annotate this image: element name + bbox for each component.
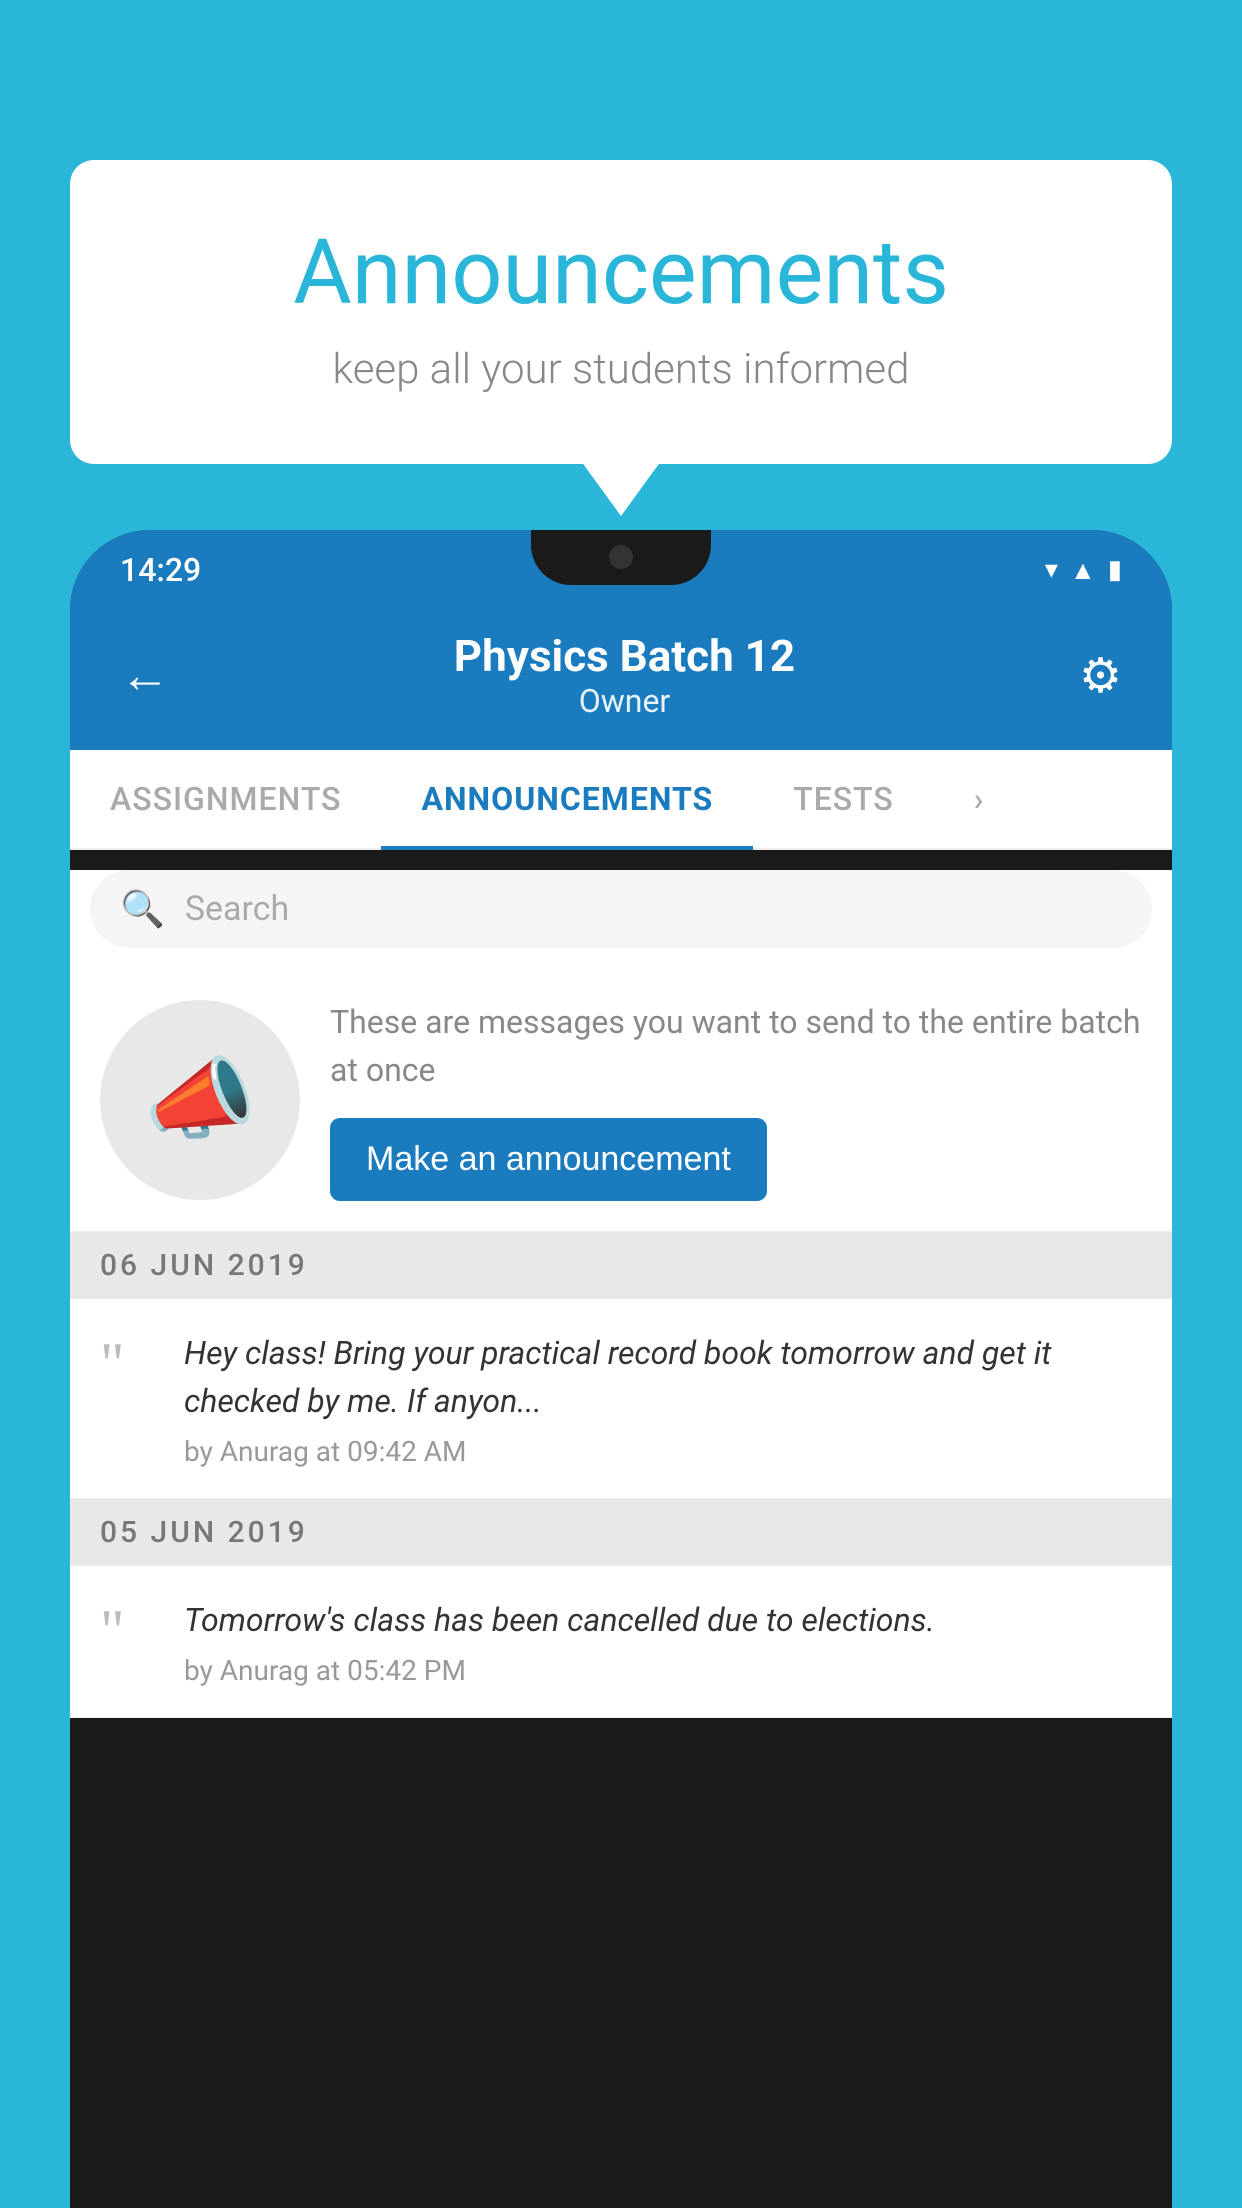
announcement-item-2: " Tomorrow's class has been cancelled du…	[70, 1566, 1172, 1718]
announcement-content-2: Tomorrow's class has been cancelled due …	[184, 1596, 1142, 1687]
announcement-content-1: Hey class! Bring your practical record b…	[184, 1329, 1142, 1468]
tab-assignments[interactable]: ASSIGNMENTS	[70, 750, 381, 848]
tabs-bar: ASSIGNMENTS ANNOUNCEMENTS TESTS ›	[70, 750, 1172, 850]
make-announcement-button[interactable]: Make an announcement	[330, 1118, 767, 1201]
speech-bubble: Announcements keep all your students inf…	[70, 160, 1172, 464]
status-time: 14:29	[120, 551, 201, 589]
signal-icon: ▲	[1070, 555, 1096, 586]
phone-frame: 14:29 ▾ ▲ ▮ ← Physics Batch 12 Owner ⚙ A…	[70, 530, 1172, 2208]
tab-more[interactable]: ›	[934, 750, 1025, 848]
header-center: Physics Batch 12 Owner	[454, 630, 795, 720]
camera	[609, 545, 633, 569]
quote-icon-1: "	[100, 1334, 160, 1468]
wifi-icon: ▾	[1045, 555, 1058, 585]
promo-right: These are messages you want to send to t…	[330, 998, 1142, 1201]
megaphone-icon: 📣	[144, 1047, 256, 1152]
speech-bubble-subtitle: keep all your students informed	[150, 345, 1092, 394]
search-bar[interactable]: 🔍 Search	[90, 870, 1152, 948]
promo-block: 📣 These are messages you want to send to…	[70, 968, 1172, 1232]
speech-bubble-title: Announcements	[150, 220, 1092, 325]
status-icons: ▾ ▲ ▮	[1045, 555, 1122, 586]
search-placeholder: Search	[185, 889, 289, 929]
phone-notch	[531, 530, 711, 585]
tab-announcements[interactable]: ANNOUNCEMENTS	[381, 750, 753, 848]
settings-icon[interactable]: ⚙	[1079, 647, 1122, 704]
announcement-meta-1: by Anurag at 09:42 AM	[184, 1435, 1142, 1468]
battery-icon: ▮	[1108, 555, 1122, 585]
announcement-text-2: Tomorrow's class has been cancelled due …	[184, 1596, 1142, 1644]
status-bar: 14:29 ▾ ▲ ▮	[70, 530, 1172, 610]
quote-icon-2: "	[100, 1601, 160, 1687]
promo-description: These are messages you want to send to t…	[330, 998, 1142, 1094]
announcement-text-1: Hey class! Bring your practical record b…	[184, 1329, 1142, 1425]
app-header: ← Physics Batch 12 Owner ⚙	[70, 610, 1172, 750]
back-button[interactable]: ←	[120, 646, 170, 705]
tab-tests[interactable]: TESTS	[753, 750, 934, 848]
announcement-item-1: " Hey class! Bring your practical record…	[70, 1299, 1172, 1499]
date-separator-2: 05 JUN 2019	[70, 1499, 1172, 1566]
phone-content: 🔍 Search 📣 These are messages you want t…	[70, 870, 1172, 1718]
batch-title: Physics Batch 12	[454, 630, 795, 682]
promo-icon-circle: 📣	[100, 1000, 300, 1200]
announcement-meta-2: by Anurag at 05:42 PM	[184, 1654, 1142, 1687]
search-icon: 🔍	[120, 888, 165, 930]
owner-label: Owner	[454, 682, 795, 720]
date-separator-1: 06 JUN 2019	[70, 1232, 1172, 1299]
